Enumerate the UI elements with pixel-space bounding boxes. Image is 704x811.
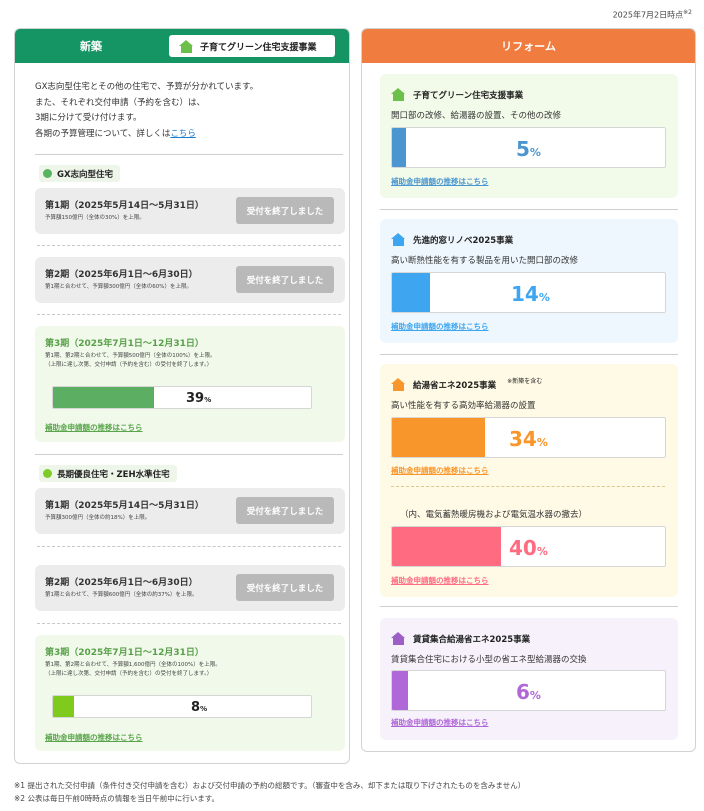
reform-panel: リフォーム 子育てグリーン住宅支援事業 開口部の改修、給湯器の設置、その他の改修… — [361, 28, 696, 752]
progress-fill — [392, 527, 502, 566]
dashed-divider — [391, 486, 665, 487]
sub-description: （内、電気蓄熱暖房機および電気温水器の撤去） — [400, 510, 588, 520]
application-trend-link[interactable]: 補助金申請額の推移はこちら — [391, 575, 489, 586]
panel-title: 新築 — [80, 40, 102, 53]
closed-status-button: 受付を終了しました — [236, 497, 334, 524]
progress-fill — [53, 696, 74, 717]
reform-header: リフォーム — [362, 29, 695, 63]
progress-bar: 14% — [391, 272, 666, 313]
progress-percent: 8% — [191, 700, 208, 715]
divider — [35, 454, 343, 455]
zeh-period-3: 第3期（2025年7月1日〜12月31日） 第1期、第2期と合わせて、予算額1,… — [35, 635, 345, 751]
zeh-period-1: 第1期（2025年5月14日〜5月31日） 予算額300億円（全体の約18%）を… — [35, 488, 345, 534]
sub-progress-bar: 40% — [391, 526, 666, 567]
new-construction-panel: 新築 子育てグリーン住宅支援事業 GX志向型住宅とその他の住宅で、予算が分かれて… — [14, 28, 350, 764]
footnotes: ※1 提出された交付申請（条件付き交付申請を含む）および交付申請の予約の総額です… — [14, 781, 526, 803]
program-badge-label: 子育てグリーン住宅支援事業 — [200, 42, 317, 53]
progress-percent: 40% — [509, 536, 548, 560]
progress-percent: 5% — [516, 137, 541, 161]
as-of-date: 2025年7月2日時点※2 — [612, 9, 692, 20]
water-heater-icon — [391, 378, 406, 391]
dashed-divider — [37, 245, 341, 246]
budget-details-link[interactable]: こちら — [170, 129, 196, 139]
application-trend-link[interactable]: 補助金申請額の推移はこちら — [45, 422, 143, 433]
divider — [380, 606, 678, 607]
progress-percent: 34% — [509, 427, 548, 451]
gx-period-3: 第3期（2025年7月1日〜12月31日） 第1期、第2期と合わせて、予算額50… — [35, 326, 345, 442]
progress-fill — [392, 418, 485, 457]
progress-fill — [53, 387, 154, 408]
application-trend-link[interactable]: 補助金申請額の推移はこちら — [391, 176, 489, 187]
progress-percent: 39% — [186, 391, 212, 406]
bullet-icon — [43, 169, 52, 178]
closed-status-button: 受付を終了しました — [236, 266, 334, 293]
category-gx: GX志向型住宅 — [39, 165, 121, 182]
card-window-renovation: 先進的窓リノベ2025事業 高い断熱性能を有する製品を用いた開口部の改修 14%… — [380, 219, 678, 343]
card-kosodate-green: 子育てグリーン住宅支援事業 開口部の改修、給湯器の設置、その他の改修 5% 補助… — [380, 74, 678, 198]
card-rental-water-heater: 賃貸集合給湯省エネ2025事業 賃貸集合住宅における小型の省エネ型給湯器の交換 … — [380, 618, 678, 740]
dashed-divider — [37, 623, 341, 624]
zeh-period-2: 第2期（2025年6月1日〜6月30日） 第1期と合わせて、予算額600億円（全… — [35, 565, 345, 611]
bullet-icon — [43, 469, 52, 478]
progress-fill — [392, 273, 431, 312]
gx-period-2: 第2期（2025年6月1日〜6月30日） 第1期と合わせて、予算額300億円（全… — [35, 257, 345, 303]
progress-bar: 39% — [52, 386, 312, 409]
dashed-divider — [37, 314, 341, 315]
new-construction-header: 新築 子育てグリーン住宅支援事業 — [15, 29, 349, 63]
progress-bar: 5% — [391, 127, 666, 168]
progress-fill — [392, 128, 406, 167]
divider — [380, 209, 678, 210]
house-icon — [179, 39, 194, 53]
program-badge: 子育てグリーン住宅支援事業 — [169, 35, 335, 57]
apartment-icon — [391, 632, 406, 645]
progress-bar: 34% — [391, 417, 666, 458]
application-trend-link[interactable]: 補助金申請額の推移はこちら — [391, 321, 489, 332]
window-house-icon — [391, 233, 406, 246]
divider — [380, 354, 678, 355]
intro-text: GX志向型住宅とその他の住宅で、予算が分かれています。 また、それぞれ交付申請（… — [35, 82, 259, 139]
progress-percent: 14% — [511, 282, 550, 306]
application-trend-link[interactable]: 補助金申請額の推移はこちら — [391, 717, 489, 728]
house-icon — [391, 88, 406, 101]
progress-bar: 8% — [52, 695, 312, 718]
progress-fill — [392, 671, 409, 710]
closed-status-button: 受付を終了しました — [236, 574, 334, 601]
application-trend-link[interactable]: 補助金申請額の推移はこちら — [391, 465, 489, 476]
application-trend-link[interactable]: 補助金申請額の推移はこちら — [45, 732, 143, 743]
card-water-heater: 給湯省エネ2025事業 ※新築を含む 高い性能を有する高効率給湯器の設置 34% … — [380, 364, 678, 597]
progress-bar: 6% — [391, 670, 666, 711]
dashed-divider — [37, 546, 341, 547]
category-zeh: 長期優良住宅・ZEH水準住宅 — [39, 465, 177, 482]
gx-period-1: 第1期（2025年5月14日〜5月31日） 予算額150億円（全体の30%）を上… — [35, 188, 345, 234]
closed-status-button: 受付を終了しました — [236, 197, 334, 224]
progress-percent: 6% — [516, 680, 541, 704]
divider — [35, 154, 343, 155]
